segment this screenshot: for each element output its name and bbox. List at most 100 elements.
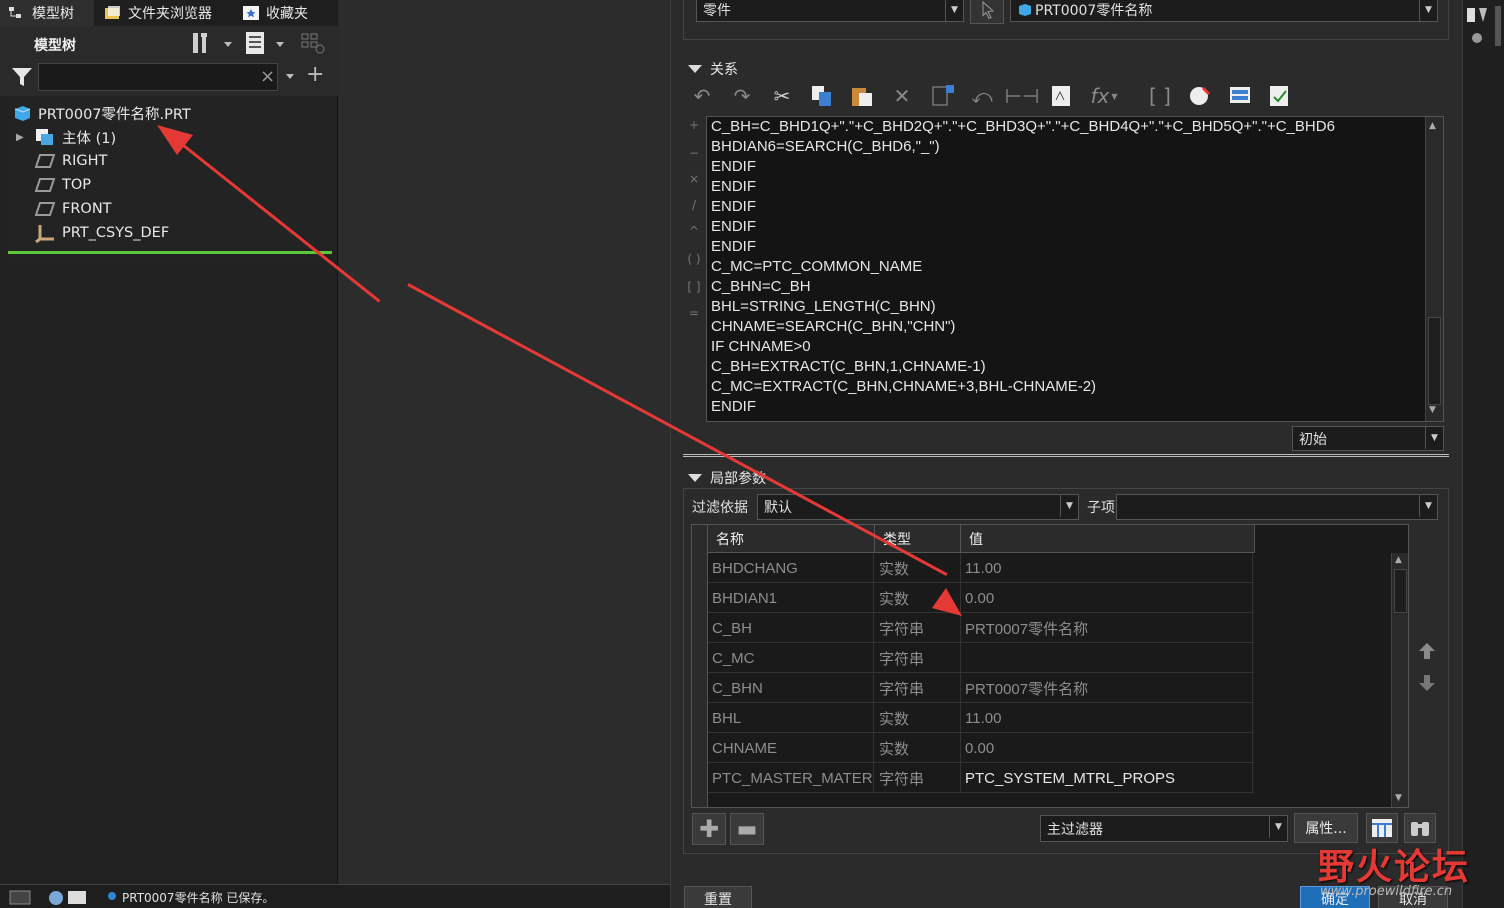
cell-value[interactable]: 0.00 [961,583,1253,613]
delete-button[interactable]: ✕ [888,82,916,110]
redo-button[interactable]: ↷ [728,82,756,110]
graphics-area[interactable] [339,0,669,884]
move-down-icon[interactable] [1418,674,1436,692]
table-row[interactable]: C_BH 字符串 PRT0007零件名称 [708,613,1254,643]
cell-name[interactable]: PTC_MASTER_MATERIAL [708,763,874,793]
relation-line[interactable]: C_BH=EXTRACT(C_BHN,1,CHNAME-1) [707,357,1443,377]
column-header-name[interactable]: 名称 [708,525,875,553]
paste-button[interactable] [848,82,876,110]
bracket-icon[interactable]: [ ] [686,280,702,296]
show-icon[interactable] [244,30,288,56]
column-header-value[interactable]: 值 [961,525,1255,553]
brackets-button[interactable]: [ ] [1146,82,1174,110]
tree-item-body[interactable]: ▶ 主体 (1) [16,125,116,149]
scroll-up-icon[interactable]: ▲ [1395,555,1402,565]
table-row[interactable]: CHNAME 实数 0.00 [708,733,1254,763]
add-param-button[interactable]: ✚ [692,813,726,845]
relation-line[interactable]: CHNAME=SEARCH(C_BHN,"CHN") [707,317,1443,337]
reset-button[interactable]: 重置 [684,886,752,908]
collapse-icon[interactable] [688,65,702,73]
relation-line[interactable]: ENDIF [707,217,1443,237]
add-line-icon[interactable]: + [686,118,702,134]
clear-filter-icon[interactable]: × [260,66,275,87]
table-row[interactable]: PTC_MASTER_MATERIAL字符串PTC_SYSTEM_MTRL_PR… [708,763,1254,793]
scroll-thumb[interactable] [1394,569,1407,613]
scroll-thumb[interactable] [1428,317,1441,405]
cell-value[interactable]: 11.00 [961,703,1253,733]
remove-line-icon[interactable]: − [686,146,702,162]
tree-item-front[interactable]: FRONT [34,197,112,221]
cell-type[interactable]: 实数 [875,733,961,763]
relations-section-header[interactable]: 关系 [688,59,738,79]
cell-type[interactable]: 字符串 [875,643,961,673]
move-up-icon[interactable] [1418,642,1436,660]
cell-name[interactable]: C_MC [708,643,874,673]
sort-button[interactable] [1048,82,1076,110]
relation-line[interactable]: ENDIF [707,237,1443,257]
chevron-down-icon[interactable]: ▼ [1419,0,1437,21]
parentheses-icon[interactable]: ( ) [686,252,702,268]
scroll-up-icon[interactable]: ▲ [1429,121,1436,131]
filter-dropdown-icon[interactable] [284,70,296,82]
tree-item-top[interactable]: TOP [34,173,91,197]
dimension-button[interactable]: ⊢⊣ [1005,82,1040,110]
remove-param-button[interactable]: ▬ [730,813,764,845]
undo-button[interactable]: ↶ [688,82,716,110]
cell-value[interactable]: 11.00 [961,553,1253,583]
scroll-down-icon[interactable]: ▼ [1429,405,1436,415]
filter-funnel-icon[interactable] [10,66,34,88]
subitem-select[interactable]: ▼ [1116,494,1438,520]
tab-model-tree[interactable]: 模型树 [0,0,94,26]
function-button[interactable]: fx ▼ [1090,82,1118,110]
cell-value[interactable]: PTC_SYSTEM_MTRL_PROPS [961,763,1253,793]
tab-favorites[interactable]: 收藏夹 [234,0,328,26]
table-row[interactable]: C_BHN 字符串 PRT0007零件名称 [708,673,1254,703]
table-row[interactable]: BHDCHANG 实数 11.00 [708,553,1254,583]
add-filter-icon[interactable]: + [306,62,324,87]
cell-name[interactable]: BHDCHANG [708,553,874,583]
cell-name[interactable]: C_BHN [708,673,874,703]
chevron-down-icon[interactable]: ▼ [1269,816,1287,838]
cell-name[interactable]: CHNAME [708,733,874,763]
relation-line[interactable]: BHDIAN6=SEARCH(C_BHD6,"_") [707,137,1443,157]
cell-type[interactable]: 字符串 [875,763,961,793]
type-select[interactable]: 零件 ▼ [696,0,964,22]
evaluate-button[interactable] [1226,82,1254,110]
tree-item-csys[interactable]: PRT_CSYS_DEF [34,221,169,245]
sash-divider[interactable] [683,454,1449,457]
select-model-button[interactable] [970,0,1004,24]
cut-button[interactable]: ✂ [768,82,796,110]
chevron-down-icon[interactable]: ▼ [1419,495,1437,517]
relation-line[interactable]: ENDIF [707,397,1443,417]
table-scrollbar[interactable]: ▲ ▼ [1391,553,1408,807]
relations-editor[interactable]: C_BH=C_BHD1Q+"."+C_BHD2Q+"."+C_BHD3Q+"."… [706,116,1444,422]
column-header-type[interactable]: 类型 [875,525,961,553]
relation-line[interactable]: ENDIF [707,157,1443,177]
editor-scrollbar[interactable]: ▲ ▼ [1425,117,1443,421]
tree-item-right[interactable]: RIGHT [34,149,107,173]
main-filter-select[interactable]: 主过滤器 ▼ [1040,815,1288,842]
verify-button[interactable] [1186,82,1214,110]
copy-button[interactable] [808,82,836,110]
relation-line[interactable]: ENDIF [707,177,1443,197]
cell-name[interactable]: BHDIAN1 [708,583,874,613]
multiply-icon[interactable]: × [686,172,702,188]
tree-filter-input[interactable] [38,63,278,91]
cell-type[interactable]: 字符串 [875,673,961,703]
filter-options-icon[interactable] [300,30,328,56]
tab-folder-browser[interactable]: 文件夹浏览器 [96,0,232,26]
relation-line[interactable]: C_BH=C_BHD1Q+"."+C_BHD2Q+"."+C_BHD3Q+"."… [707,117,1443,137]
expand-arrow-icon[interactable]: ▶ [16,132,34,143]
tool-icons[interactable] [1465,2,1503,50]
cell-value[interactable]: PRT0007零件名称 [961,673,1253,703]
relation-line[interactable]: BHL=STRING_LENGTH(C_BHN) [707,297,1443,317]
scroll-down-icon[interactable]: ▼ [1395,793,1402,803]
relation-line[interactable]: C_MC=PTC_COMMON_NAME [707,257,1443,277]
cell-name[interactable]: BHL [708,703,874,733]
model-select[interactable]: PRT0007零件名称 ▼ [1010,0,1438,22]
relation-line[interactable]: IF CHNAME>0 [707,337,1443,357]
cell-value[interactable] [961,643,1253,673]
insert-param-button[interactable] [928,82,956,110]
table-row[interactable]: BHL 实数 11.00 [708,703,1254,733]
divide-icon[interactable]: / [686,198,702,214]
